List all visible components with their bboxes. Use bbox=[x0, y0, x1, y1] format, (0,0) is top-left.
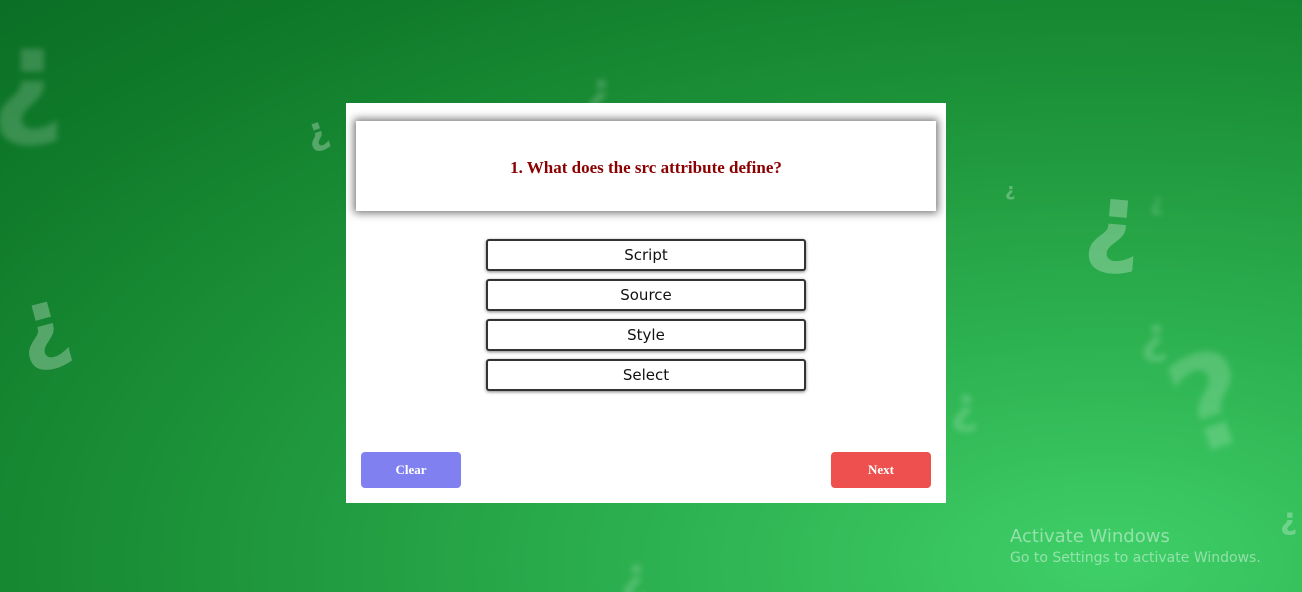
background-question-mark-icon: ¿ bbox=[1080, 158, 1149, 281]
answer-option[interactable]: Source bbox=[486, 279, 806, 311]
background-question-mark-icon: ¿ bbox=[1140, 306, 1170, 364]
quiz-card: 1. What does the src attribute define? S… bbox=[346, 103, 946, 503]
clear-button[interactable]: Clear bbox=[361, 452, 461, 488]
background-question-mark-icon: ¿ bbox=[2, 265, 80, 380]
next-button[interactable]: Next bbox=[831, 452, 931, 488]
background-question-mark-icon: ¿ bbox=[0, 10, 65, 140]
watermark-title: Activate Windows bbox=[1010, 526, 1170, 547]
answer-options: Script Source Style Select bbox=[486, 239, 806, 399]
background-question-mark-icon: ¿ bbox=[1280, 502, 1298, 537]
question-text: 1. What does the src attribute define? bbox=[510, 158, 782, 177]
background-question-mark-icon: ¿ bbox=[1005, 180, 1016, 201]
answer-option[interactable]: Select bbox=[486, 359, 806, 391]
background-question-mark-icon: ¿ bbox=[1150, 188, 1164, 216]
background-question-mark-icon: ¿ bbox=[1156, 335, 1280, 505]
background-question-mark-icon: ¿ bbox=[620, 546, 650, 592]
watermark-subtitle: Go to Settings to activate Windows. bbox=[1010, 550, 1261, 566]
background-question-mark-icon: ¿ bbox=[950, 376, 980, 434]
activate-windows-watermark: Activate Windows Go to Settings to activ… bbox=[1010, 526, 1261, 566]
background-question-mark-icon: ¿ bbox=[298, 106, 334, 156]
answer-option[interactable]: Style bbox=[486, 319, 806, 351]
question-box: 1. What does the src attribute define? bbox=[356, 121, 936, 211]
answer-option[interactable]: Script bbox=[486, 239, 806, 271]
